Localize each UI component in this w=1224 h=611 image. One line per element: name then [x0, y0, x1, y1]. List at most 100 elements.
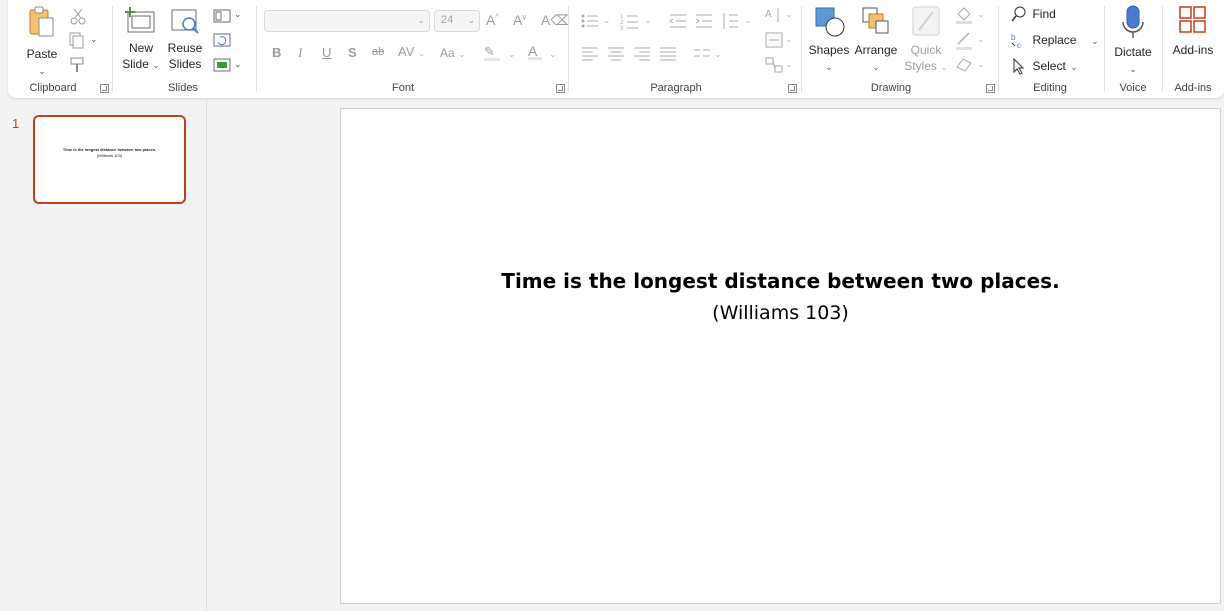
shapes-button[interactable]: Shapes ⌄	[808, 4, 850, 75]
align-text-icon[interactable]	[764, 30, 784, 50]
bullets-icon[interactable]	[580, 11, 600, 31]
font-name-dropdown[interactable]: ⌄	[264, 10, 430, 32]
chevron-down-icon: ⌄	[1070, 62, 1078, 73]
decrease-font-size-icon[interactable]: Av	[513, 12, 526, 28]
smartart-icon[interactable]	[764, 55, 784, 75]
smartart-chevron-icon[interactable]: ⌄	[785, 59, 793, 70]
replace-button[interactable]: bc Replace ⌄	[1010, 31, 1098, 51]
format-painter-icon[interactable]	[68, 55, 88, 75]
ribbon: Paste ⌄ ⌄ Clipboard New Slide ⌄ Reuse Sl…	[8, 0, 1224, 98]
highlight-chevron-icon[interactable]: ⌄	[508, 49, 516, 60]
section-icon[interactable]	[212, 55, 232, 75]
text-direction-icon[interactable]: A	[764, 5, 784, 25]
chevron-down-icon: ⌄	[152, 60, 160, 70]
reuse-slides-icon	[171, 9, 199, 34]
italic-icon[interactable]: I	[298, 45, 302, 61]
chevron-down-icon: ⌄	[940, 62, 948, 72]
bullets-chevron-icon[interactable]: ⌄	[603, 15, 611, 26]
increase-font-size-icon[interactable]: A^	[486, 12, 499, 28]
drawing-dialog-launcher[interactable]	[986, 84, 995, 93]
cut-icon[interactable]	[68, 6, 88, 26]
slide-title[interactable]: Time is the longest distance between two…	[341, 269, 1220, 293]
copy-icon[interactable]	[66, 30, 86, 50]
align-center-icon[interactable]	[606, 44, 626, 64]
line-spacing-icon[interactable]	[720, 11, 740, 31]
underline-icon[interactable]: U	[322, 45, 331, 60]
quick-styles-button[interactable]: Quick Styles ⌄	[904, 4, 948, 75]
shadow-icon[interactable]: S	[348, 45, 357, 60]
columns-icon[interactable]	[692, 44, 712, 64]
find-button[interactable]: Find	[1010, 5, 1056, 25]
dictate-button[interactable]: Dictate ⌄	[1112, 4, 1154, 77]
shapes-icon	[815, 7, 845, 37]
align-right-icon[interactable]	[632, 44, 652, 64]
select-button[interactable]: Select ⌄	[1010, 57, 1078, 77]
paste-label: Paste	[26, 47, 58, 61]
arrange-icon	[862, 7, 889, 34]
font-dialog-launcher[interactable]	[556, 84, 565, 93]
svg-text:A: A	[765, 9, 772, 20]
copy-chevron-icon[interactable]: ⌄	[90, 34, 98, 45]
columns-chevron-icon[interactable]: ⌄	[714, 49, 722, 60]
shape-effects-chevron-icon[interactable]: ⌄	[977, 59, 985, 70]
chevron-down-icon: ⌄	[417, 15, 425, 25]
paragraph-dialog-launcher[interactable]	[788, 84, 797, 93]
editing-group-label: Editing	[1033, 82, 1067, 94]
thumbnail-title: Time is the longest distance between two…	[62, 147, 157, 152]
font-color-icon[interactable]: A	[528, 43, 542, 60]
arrange-button[interactable]: Arrange ⌄	[854, 4, 898, 75]
slide-thumbnail[interactable]: Time is the longest distance between two…	[33, 115, 186, 204]
shape-effects-icon[interactable]	[954, 55, 974, 75]
reset-icon[interactable]	[212, 30, 232, 50]
chevron-down-icon: ⌄	[38, 66, 46, 76]
microphone-icon	[1122, 5, 1144, 38]
justify-icon[interactable]	[658, 44, 678, 64]
layout-chevron-icon[interactable]: ⌄	[234, 9, 242, 20]
align-text-chevron-icon[interactable]: ⌄	[785, 34, 793, 45]
slide-subtitle[interactable]: (Williams 103)	[341, 302, 1220, 324]
decrease-indent-icon[interactable]	[668, 11, 688, 31]
new-slide-button[interactable]: New Slide ⌄	[120, 6, 162, 73]
search-icon	[1011, 6, 1026, 22]
character-spacing-icon[interactable]: AV ⌄	[398, 44, 426, 59]
reuse-slides-button[interactable]: Reuse Slides	[166, 6, 204, 72]
svg-text:b: b	[1011, 33, 1016, 42]
slide-canvas[interactable]: Time is the longest distance between two…	[340, 108, 1221, 604]
strikethrough-icon[interactable]: ab	[372, 46, 384, 58]
add-ins-group-label: Add-ins	[1174, 82, 1212, 94]
clipboard-dialog-launcher[interactable]	[100, 84, 109, 93]
chevron-down-icon: ⌄	[872, 62, 880, 72]
cursor-icon	[1013, 57, 1025, 75]
change-case-icon[interactable]: Aa ⌄	[440, 46, 466, 60]
svg-text:3: 3	[620, 26, 624, 31]
text-direction-chevron-icon[interactable]: ⌄	[785, 9, 793, 20]
shape-outline-icon[interactable]	[954, 30, 974, 50]
font-group-label: Font	[391, 82, 414, 94]
layout-icon[interactable]	[212, 6, 232, 26]
numbering-chevron-icon[interactable]: ⌄	[644, 15, 652, 26]
slide-number: 1	[12, 116, 20, 131]
bold-icon[interactable]: B	[272, 45, 281, 60]
shape-fill-chevron-icon[interactable]: ⌄	[977, 9, 985, 20]
paragraph-group-label: Paragraph	[650, 82, 702, 94]
font-size-dropdown[interactable]: 24 ⌄	[434, 10, 480, 32]
thumbnail-subtitle: (Williams 103)	[96, 153, 123, 158]
align-left-icon[interactable]	[580, 44, 600, 64]
add-ins-button[interactable]: Add-ins	[1168, 4, 1218, 58]
line-spacing-chevron-icon[interactable]: ⌄	[744, 15, 752, 26]
drawing-group-label: Drawing	[870, 82, 912, 94]
paste-button[interactable]: Paste ⌄	[26, 6, 58, 79]
highlight-color-icon[interactable]: ✎	[484, 44, 500, 61]
clear-formatting-icon[interactable]: A⌫	[541, 12, 570, 29]
shape-outline-chevron-icon[interactable]: ⌄	[977, 34, 985, 45]
clipboard-group-label: Clipboard	[29, 82, 77, 94]
slides-group-label: Slides	[168, 82, 198, 94]
font-color-chevron-icon[interactable]: ⌄	[549, 49, 557, 60]
shape-fill-icon[interactable]	[954, 4, 974, 24]
increase-indent-icon[interactable]	[694, 11, 714, 31]
section-chevron-icon[interactable]: ⌄	[234, 59, 242, 70]
thumbnail-canvas: Time is the longest distance between two…	[37, 119, 182, 200]
numbering-icon[interactable]: 123	[620, 11, 640, 31]
chevron-down-icon: ⌄	[1090, 36, 1099, 47]
chevron-down-icon: ⌄	[1129, 64, 1137, 74]
